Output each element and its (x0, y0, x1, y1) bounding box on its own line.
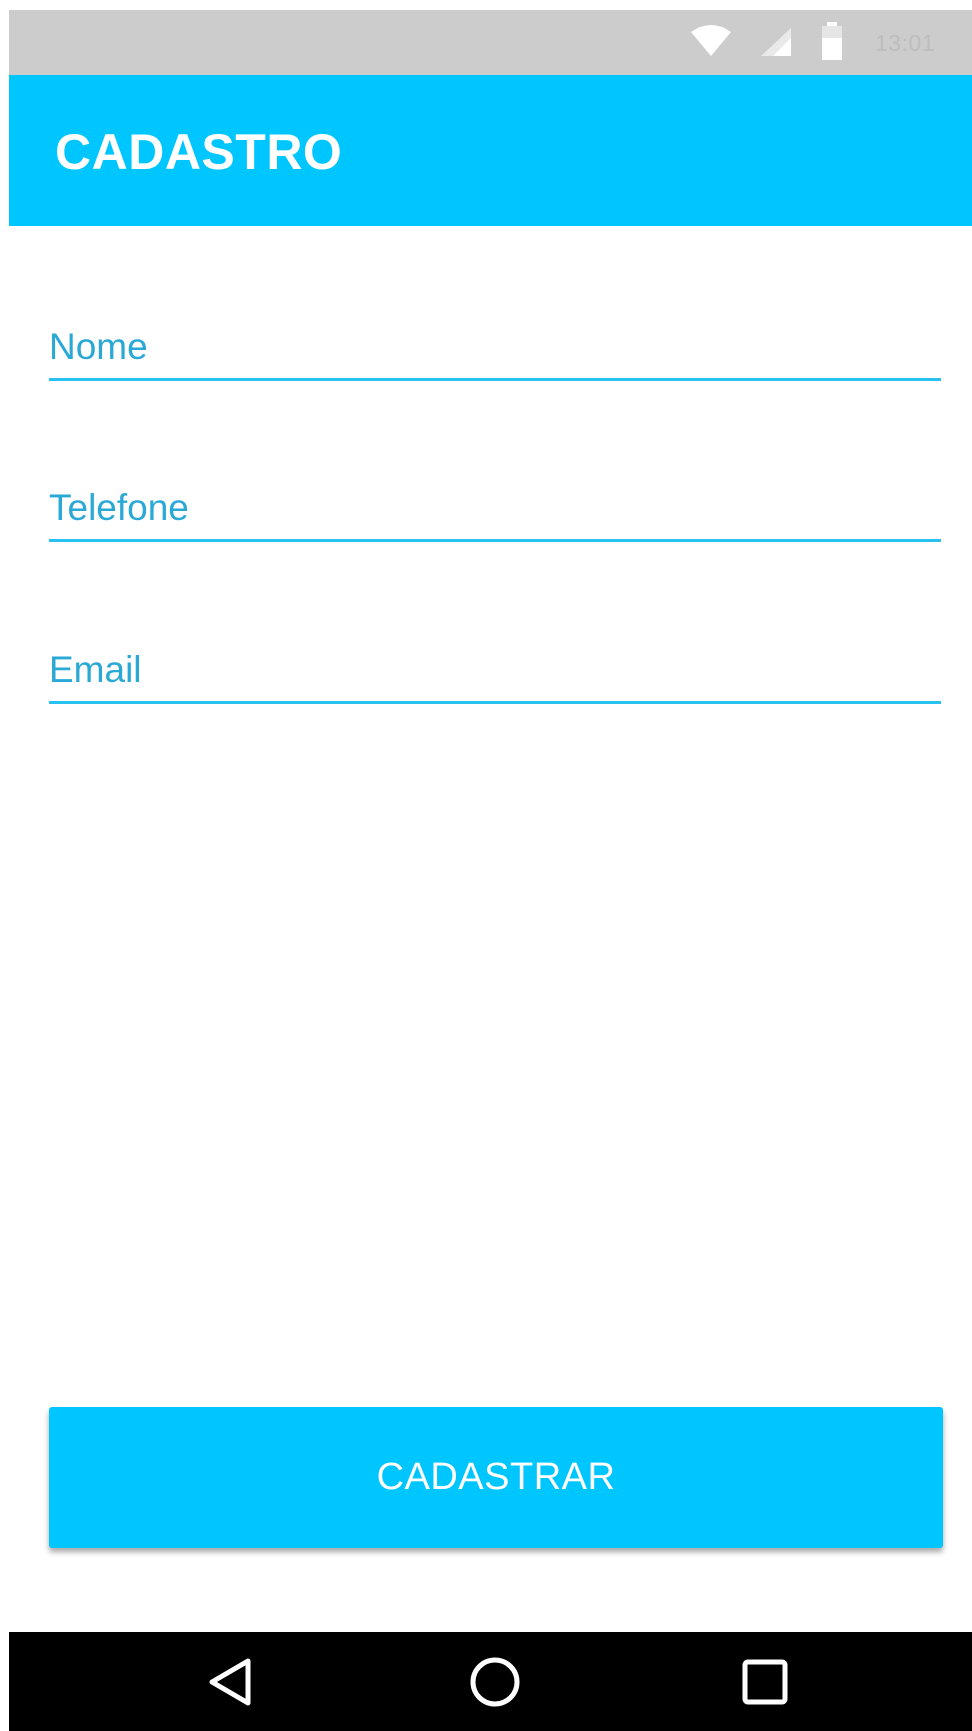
name-input[interactable] (49, 326, 941, 368)
home-icon (468, 1655, 522, 1714)
back-icon (204, 1655, 258, 1714)
phone-field-container (49, 469, 941, 542)
back-button[interactable] (199, 1652, 263, 1716)
email-input[interactable] (49, 649, 941, 691)
cell-signal-icon (759, 26, 793, 63)
register-button[interactable]: CADASTRAR (49, 1407, 943, 1548)
recents-icon (738, 1655, 792, 1714)
email-field-container (49, 631, 941, 704)
name-field-container (49, 308, 941, 381)
wifi-icon (689, 24, 733, 63)
status-bar: 13:01 (9, 10, 972, 75)
battery-icon (821, 22, 843, 65)
phone-input[interactable] (49, 487, 941, 529)
screen-border (0, 0, 9, 1731)
recents-button[interactable] (733, 1652, 797, 1716)
app-bar: CADASTRO (9, 75, 972, 226)
system-nav-bar (9, 1632, 972, 1731)
status-time: 13:01 (875, 30, 936, 56)
app-screen: 13:01 CADASTRO CADASTRAR (0, 0, 972, 1731)
home-button[interactable] (463, 1652, 527, 1716)
page-title: CADASTRO (55, 124, 343, 180)
